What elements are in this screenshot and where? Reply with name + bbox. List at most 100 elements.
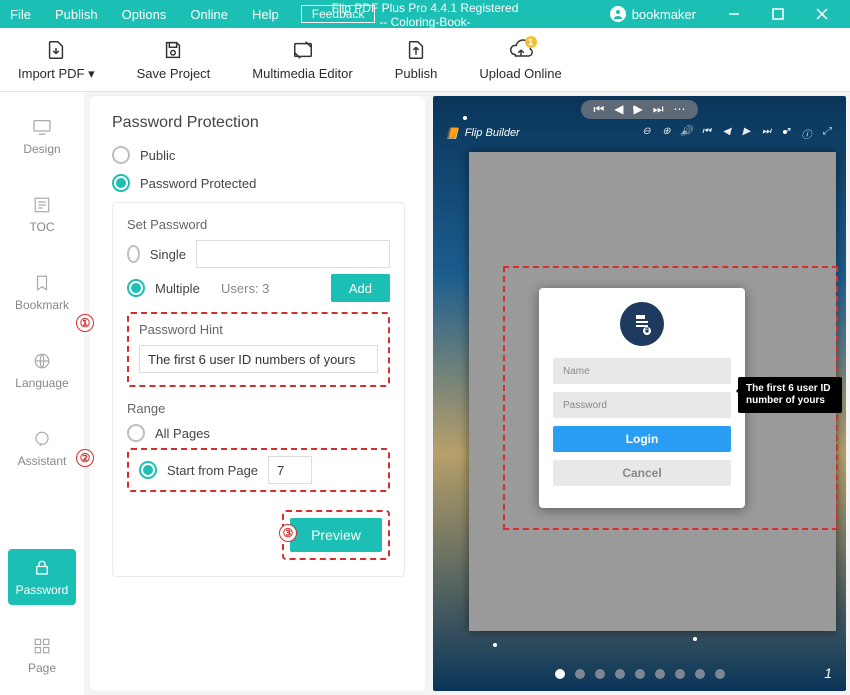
set-password-label: Set Password: [127, 217, 390, 232]
radio-all-pages-label: All Pages: [155, 426, 210, 441]
panel-title: Password Protection: [112, 114, 405, 132]
menu-options[interactable]: Options: [122, 7, 167, 22]
publish-label: Publish: [395, 66, 438, 81]
radio-public[interactable]: [112, 146, 130, 164]
sidebar-item-assistant[interactable]: Assistant: [8, 420, 76, 476]
minimize-button[interactable]: [712, 0, 756, 28]
multimedia-editor-button[interactable]: Multimedia Editor: [252, 38, 352, 81]
login-lock-icon: [620, 302, 664, 346]
radio-start-from-label: Start from Page: [167, 463, 258, 478]
left-sidebar: Design TOC Bookmark Language Assistant P…: [0, 92, 84, 695]
radio-single[interactable]: [127, 245, 140, 263]
hint-tooltip: The first 6 user ID number of yours: [738, 377, 842, 413]
protected-settings: Set Password Single Multiple Users: 3 Ad…: [112, 202, 405, 577]
save-label: Save Project: [137, 66, 211, 81]
callout-num-3: ③: [279, 524, 297, 542]
login-button[interactable]: Login: [553, 426, 731, 452]
callout-hint: Password Hint: [127, 312, 390, 387]
sidebar-item-label: Design: [23, 142, 60, 156]
login-cancel-button[interactable]: Cancel: [553, 460, 731, 486]
pv-next-icon[interactable]: ▶: [739, 126, 754, 141]
login-card: Name Password Login Cancel: [539, 288, 745, 508]
nav-first-icon[interactable]: ⏮: [593, 102, 604, 117]
grid-icon: [31, 635, 53, 657]
monitor-icon: [31, 116, 53, 138]
import-pdf-button[interactable]: Import PDF ▾: [18, 38, 95, 82]
sidebar-item-label: Bookmark: [15, 298, 69, 312]
menu-online[interactable]: Online: [190, 7, 228, 22]
password-panel: Password Protection Public Password Prot…: [90, 96, 425, 691]
menu-publish[interactable]: Publish: [55, 7, 98, 22]
sidebar-item-design[interactable]: Design: [8, 108, 76, 164]
nav-more-icon[interactable]: ⋯: [674, 102, 686, 116]
close-button[interactable]: [800, 0, 844, 28]
import-icon: [44, 38, 68, 62]
main-toolbar: Import PDF ▾ Save Project Multimedia Edi…: [0, 28, 850, 92]
multimedia-label: Multimedia Editor: [252, 66, 352, 81]
callout-preview: Preview: [282, 510, 390, 560]
menu-help[interactable]: Help: [252, 7, 279, 22]
radio-protected-label: Password Protected: [140, 176, 256, 191]
menu-bar: File Publish Options Online Help: [10, 7, 279, 22]
sidebar-item-password[interactable]: Password: [8, 549, 76, 605]
login-name-input[interactable]: Name: [553, 358, 731, 384]
radio-all-pages[interactable]: [127, 424, 145, 442]
radio-multiple[interactable]: [127, 279, 145, 297]
title-bar: File Publish Options Online Help Feedbac…: [0, 0, 850, 28]
add-user-button[interactable]: Add: [331, 274, 390, 302]
feedback-button[interactable]: Feedback: [301, 5, 376, 23]
hint-input[interactable]: [139, 345, 378, 373]
start-page-input[interactable]: [268, 456, 312, 484]
bookmark-icon: [31, 272, 53, 294]
users-count: Users: 3: [221, 281, 269, 296]
sidebar-item-page[interactable]: Page: [8, 627, 76, 683]
multimedia-icon: [291, 38, 315, 62]
cloud-upload-icon: 1: [509, 38, 533, 62]
callout-num-1: ①: [76, 314, 94, 332]
maximize-button[interactable]: [756, 0, 800, 28]
preview-page-number: 1: [824, 665, 832, 681]
sidebar-item-toc[interactable]: TOC: [8, 186, 76, 242]
user-name[interactable]: bookmaker: [632, 7, 696, 22]
radio-multiple-label: Multiple: [155, 281, 211, 296]
radio-start-from[interactable]: [139, 461, 157, 479]
brand-icon: 📙: [445, 127, 459, 140]
preview-button[interactable]: Preview: [290, 518, 382, 552]
save-project-button[interactable]: Save Project: [137, 38, 211, 81]
radio-single-label: Single: [150, 247, 186, 262]
lock-icon: [31, 557, 53, 579]
preview-page-dots[interactable]: [433, 669, 846, 679]
save-icon: [161, 38, 185, 62]
publish-icon: [404, 38, 428, 62]
preview-pane: ⏮ ◀ ▶ ⏭ ⋯ 📙 Flip Builder ⊖ ⊕ 🔊 ⏮ ◀ ▶ ⏭ ↗…: [433, 96, 846, 691]
pv-info-icon[interactable]: ⓘ: [799, 126, 814, 141]
pv-zoom-out-icon[interactable]: ⊖: [639, 126, 654, 141]
upload-badge: 1: [525, 36, 537, 48]
nav-last-icon[interactable]: ⏭: [653, 102, 664, 117]
pv-sound-icon[interactable]: 🔊: [679, 126, 694, 141]
sidebar-item-label: Assistant: [18, 454, 67, 468]
callout-start: Start from Page: [127, 448, 390, 492]
radio-public-label: Public: [140, 148, 175, 163]
pv-last-icon[interactable]: ⏭: [759, 126, 774, 141]
pv-zoom-in-icon[interactable]: ⊕: [659, 126, 674, 141]
import-label: Import PDF ▾: [18, 66, 95, 82]
sidebar-item-bookmark[interactable]: Bookmark: [8, 264, 76, 320]
brand-label: Flip Builder: [465, 127, 520, 139]
login-password-input[interactable]: Password: [553, 392, 731, 418]
callout-num-2: ②: [76, 449, 94, 467]
pv-fullscreen-icon[interactable]: ⤢: [819, 126, 834, 141]
user-avatar-icon[interactable]: [610, 6, 626, 22]
pv-prev-icon[interactable]: ◀: [719, 126, 734, 141]
chat-icon: [31, 428, 53, 450]
upload-online-button[interactable]: 1 Upload Online: [479, 38, 561, 81]
menu-file[interactable]: File: [10, 7, 31, 22]
preview-mini-toolbar: ⊖ ⊕ 🔊 ⏮ ◀ ▶ ⏭ ↗ ⓘ ⤢: [639, 126, 834, 141]
publish-button[interactable]: Publish: [395, 38, 438, 81]
nav-prev-icon[interactable]: ◀: [614, 102, 623, 116]
pv-first-icon[interactable]: ⏮: [699, 126, 714, 141]
sidebar-item-language[interactable]: Language: [8, 342, 76, 398]
radio-protected[interactable]: [112, 174, 130, 192]
range-label: Range: [127, 401, 390, 416]
single-password-input[interactable]: [196, 240, 390, 268]
